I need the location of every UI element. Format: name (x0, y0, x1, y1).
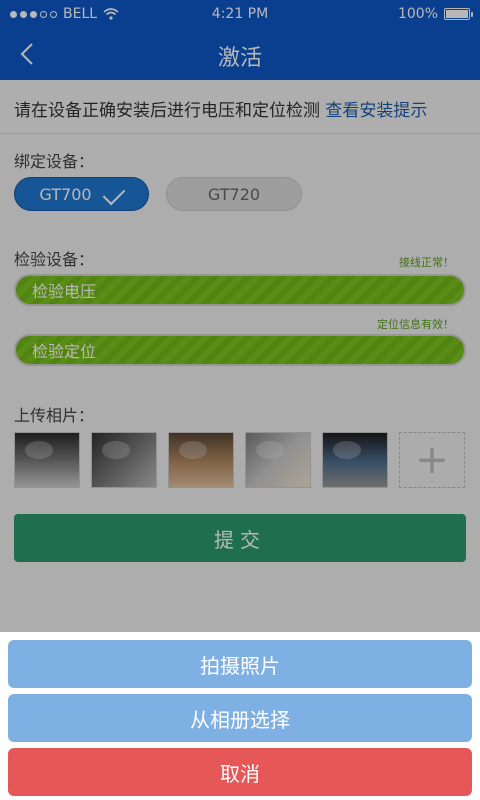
cancel-label: 取消 (220, 761, 260, 786)
action-sheet: 拍摄照片 从相册选择 取消 (0, 632, 480, 800)
take-photo-button[interactable]: 拍摄照片 (8, 640, 472, 688)
choose-from-album-label: 从相册选择 (190, 707, 290, 732)
choose-from-album-button[interactable]: 从相册选择 (8, 694, 472, 742)
take-photo-label: 拍摄照片 (200, 653, 280, 678)
cancel-button[interactable]: 取消 (8, 748, 472, 796)
